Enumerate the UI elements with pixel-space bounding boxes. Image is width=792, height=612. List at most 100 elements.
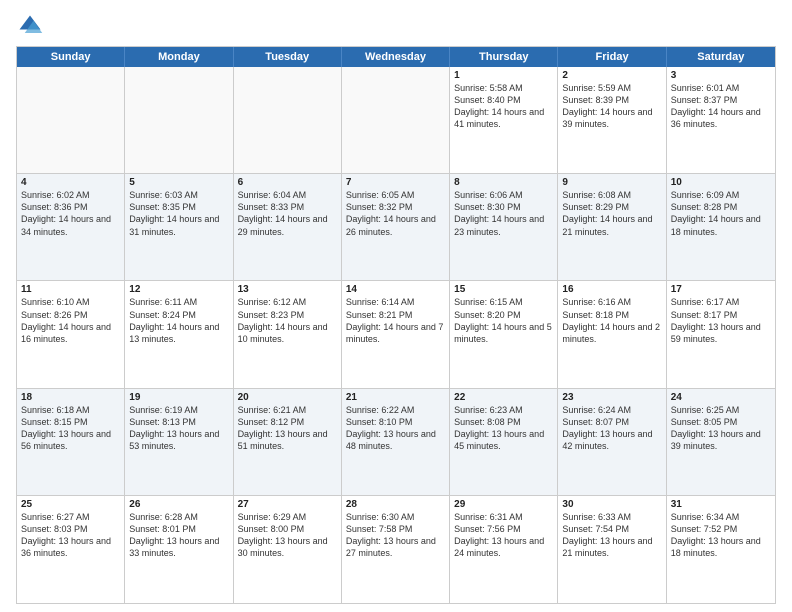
day-number: 15 bbox=[454, 284, 553, 295]
day-cell-8: 8Sunrise: 6:06 AM Sunset: 8:30 PM Daylig… bbox=[450, 174, 558, 280]
day-number: 12 bbox=[129, 284, 228, 295]
calendar-week-5: 25Sunrise: 6:27 AM Sunset: 8:03 PM Dayli… bbox=[17, 496, 775, 603]
day-cell-1: 1Sunrise: 5:58 AM Sunset: 8:40 PM Daylig… bbox=[450, 67, 558, 173]
day-number: 30 bbox=[562, 499, 661, 510]
calendar-week-3: 11Sunrise: 6:10 AM Sunset: 8:26 PM Dayli… bbox=[17, 281, 775, 388]
day-info: Sunrise: 6:21 AM Sunset: 8:12 PM Dayligh… bbox=[238, 404, 337, 453]
day-cell-19: 19Sunrise: 6:19 AM Sunset: 8:13 PM Dayli… bbox=[125, 389, 233, 495]
day-cell-26: 26Sunrise: 6:28 AM Sunset: 8:01 PM Dayli… bbox=[125, 496, 233, 603]
day-cell-3: 3Sunrise: 6:01 AM Sunset: 8:37 PM Daylig… bbox=[667, 67, 775, 173]
day-number: 25 bbox=[21, 499, 120, 510]
day-info: Sunrise: 6:24 AM Sunset: 8:07 PM Dayligh… bbox=[562, 404, 661, 453]
day-info: Sunrise: 6:19 AM Sunset: 8:13 PM Dayligh… bbox=[129, 404, 228, 453]
day-cell-18: 18Sunrise: 6:18 AM Sunset: 8:15 PM Dayli… bbox=[17, 389, 125, 495]
day-number: 22 bbox=[454, 392, 553, 403]
day-number: 17 bbox=[671, 284, 771, 295]
day-info: Sunrise: 6:25 AM Sunset: 8:05 PM Dayligh… bbox=[671, 404, 771, 453]
day-cell-4: 4Sunrise: 6:02 AM Sunset: 8:36 PM Daylig… bbox=[17, 174, 125, 280]
day-cell-10: 10Sunrise: 6:09 AM Sunset: 8:28 PM Dayli… bbox=[667, 174, 775, 280]
day-number: 20 bbox=[238, 392, 337, 403]
day-info: Sunrise: 6:02 AM Sunset: 8:36 PM Dayligh… bbox=[21, 189, 120, 238]
day-info: Sunrise: 6:17 AM Sunset: 8:17 PM Dayligh… bbox=[671, 296, 771, 345]
empty-cell bbox=[234, 67, 342, 173]
day-info: Sunrise: 6:31 AM Sunset: 7:56 PM Dayligh… bbox=[454, 511, 553, 560]
header-cell-monday: Monday bbox=[125, 47, 233, 67]
empty-cell bbox=[17, 67, 125, 173]
header-cell-sunday: Sunday bbox=[17, 47, 125, 67]
calendar-body: 1Sunrise: 5:58 AM Sunset: 8:40 PM Daylig… bbox=[17, 67, 775, 603]
day-number: 24 bbox=[671, 392, 771, 403]
day-number: 2 bbox=[562, 70, 661, 81]
calendar-week-4: 18Sunrise: 6:18 AM Sunset: 8:15 PM Dayli… bbox=[17, 389, 775, 496]
day-cell-6: 6Sunrise: 6:04 AM Sunset: 8:33 PM Daylig… bbox=[234, 174, 342, 280]
day-cell-7: 7Sunrise: 6:05 AM Sunset: 8:32 PM Daylig… bbox=[342, 174, 450, 280]
day-number: 10 bbox=[671, 177, 771, 188]
day-number: 31 bbox=[671, 499, 771, 510]
day-cell-16: 16Sunrise: 6:16 AM Sunset: 8:18 PM Dayli… bbox=[558, 281, 666, 387]
day-number: 13 bbox=[238, 284, 337, 295]
day-cell-29: 29Sunrise: 6:31 AM Sunset: 7:56 PM Dayli… bbox=[450, 496, 558, 603]
day-info: Sunrise: 6:34 AM Sunset: 7:52 PM Dayligh… bbox=[671, 511, 771, 560]
day-number: 23 bbox=[562, 392, 661, 403]
day-info: Sunrise: 6:10 AM Sunset: 8:26 PM Dayligh… bbox=[21, 296, 120, 345]
day-number: 9 bbox=[562, 177, 661, 188]
header-cell-wednesday: Wednesday bbox=[342, 47, 450, 67]
day-number: 27 bbox=[238, 499, 337, 510]
day-cell-25: 25Sunrise: 6:27 AM Sunset: 8:03 PM Dayli… bbox=[17, 496, 125, 603]
logo bbox=[16, 12, 48, 40]
day-info: Sunrise: 6:04 AM Sunset: 8:33 PM Dayligh… bbox=[238, 189, 337, 238]
day-info: Sunrise: 6:08 AM Sunset: 8:29 PM Dayligh… bbox=[562, 189, 661, 238]
day-info: Sunrise: 5:59 AM Sunset: 8:39 PM Dayligh… bbox=[562, 82, 661, 131]
day-number: 19 bbox=[129, 392, 228, 403]
day-info: Sunrise: 6:15 AM Sunset: 8:20 PM Dayligh… bbox=[454, 296, 553, 345]
day-number: 3 bbox=[671, 70, 771, 81]
day-info: Sunrise: 6:05 AM Sunset: 8:32 PM Dayligh… bbox=[346, 189, 445, 238]
header-cell-thursday: Thursday bbox=[450, 47, 558, 67]
day-info: Sunrise: 6:14 AM Sunset: 8:21 PM Dayligh… bbox=[346, 296, 445, 345]
day-cell-11: 11Sunrise: 6:10 AM Sunset: 8:26 PM Dayli… bbox=[17, 281, 125, 387]
day-info: Sunrise: 6:33 AM Sunset: 7:54 PM Dayligh… bbox=[562, 511, 661, 560]
day-info: Sunrise: 6:09 AM Sunset: 8:28 PM Dayligh… bbox=[671, 189, 771, 238]
day-number: 28 bbox=[346, 499, 445, 510]
empty-cell bbox=[125, 67, 233, 173]
day-cell-9: 9Sunrise: 6:08 AM Sunset: 8:29 PM Daylig… bbox=[558, 174, 666, 280]
calendar-week-2: 4Sunrise: 6:02 AM Sunset: 8:36 PM Daylig… bbox=[17, 174, 775, 281]
day-info: Sunrise: 6:23 AM Sunset: 8:08 PM Dayligh… bbox=[454, 404, 553, 453]
day-info: Sunrise: 6:06 AM Sunset: 8:30 PM Dayligh… bbox=[454, 189, 553, 238]
day-cell-13: 13Sunrise: 6:12 AM Sunset: 8:23 PM Dayli… bbox=[234, 281, 342, 387]
header-cell-saturday: Saturday bbox=[667, 47, 775, 67]
day-info: Sunrise: 6:03 AM Sunset: 8:35 PM Dayligh… bbox=[129, 189, 228, 238]
day-cell-31: 31Sunrise: 6:34 AM Sunset: 7:52 PM Dayli… bbox=[667, 496, 775, 603]
day-number: 21 bbox=[346, 392, 445, 403]
day-info: Sunrise: 6:16 AM Sunset: 8:18 PM Dayligh… bbox=[562, 296, 661, 345]
header-cell-tuesday: Tuesday bbox=[234, 47, 342, 67]
day-number: 26 bbox=[129, 499, 228, 510]
calendar: SundayMondayTuesdayWednesdayThursdayFrid… bbox=[16, 46, 776, 604]
day-info: Sunrise: 6:28 AM Sunset: 8:01 PM Dayligh… bbox=[129, 511, 228, 560]
day-info: Sunrise: 6:12 AM Sunset: 8:23 PM Dayligh… bbox=[238, 296, 337, 345]
day-number: 4 bbox=[21, 177, 120, 188]
page: SundayMondayTuesdayWednesdayThursdayFrid… bbox=[0, 0, 792, 612]
day-info: Sunrise: 6:18 AM Sunset: 8:15 PM Dayligh… bbox=[21, 404, 120, 453]
empty-cell bbox=[342, 67, 450, 173]
day-number: 18 bbox=[21, 392, 120, 403]
day-cell-21: 21Sunrise: 6:22 AM Sunset: 8:10 PM Dayli… bbox=[342, 389, 450, 495]
day-number: 14 bbox=[346, 284, 445, 295]
calendar-header: SundayMondayTuesdayWednesdayThursdayFrid… bbox=[17, 47, 775, 67]
day-cell-2: 2Sunrise: 5:59 AM Sunset: 8:39 PM Daylig… bbox=[558, 67, 666, 173]
day-number: 16 bbox=[562, 284, 661, 295]
day-cell-12: 12Sunrise: 6:11 AM Sunset: 8:24 PM Dayli… bbox=[125, 281, 233, 387]
day-info: Sunrise: 6:27 AM Sunset: 8:03 PM Dayligh… bbox=[21, 511, 120, 560]
day-cell-28: 28Sunrise: 6:30 AM Sunset: 7:58 PM Dayli… bbox=[342, 496, 450, 603]
day-cell-20: 20Sunrise: 6:21 AM Sunset: 8:12 PM Dayli… bbox=[234, 389, 342, 495]
day-info: Sunrise: 6:22 AM Sunset: 8:10 PM Dayligh… bbox=[346, 404, 445, 453]
day-cell-30: 30Sunrise: 6:33 AM Sunset: 7:54 PM Dayli… bbox=[558, 496, 666, 603]
day-cell-24: 24Sunrise: 6:25 AM Sunset: 8:05 PM Dayli… bbox=[667, 389, 775, 495]
day-cell-22: 22Sunrise: 6:23 AM Sunset: 8:08 PM Dayli… bbox=[450, 389, 558, 495]
day-number: 1 bbox=[454, 70, 553, 81]
day-number: 7 bbox=[346, 177, 445, 188]
logo-icon bbox=[16, 12, 44, 40]
day-number: 5 bbox=[129, 177, 228, 188]
day-info: Sunrise: 6:11 AM Sunset: 8:24 PM Dayligh… bbox=[129, 296, 228, 345]
day-cell-14: 14Sunrise: 6:14 AM Sunset: 8:21 PM Dayli… bbox=[342, 281, 450, 387]
